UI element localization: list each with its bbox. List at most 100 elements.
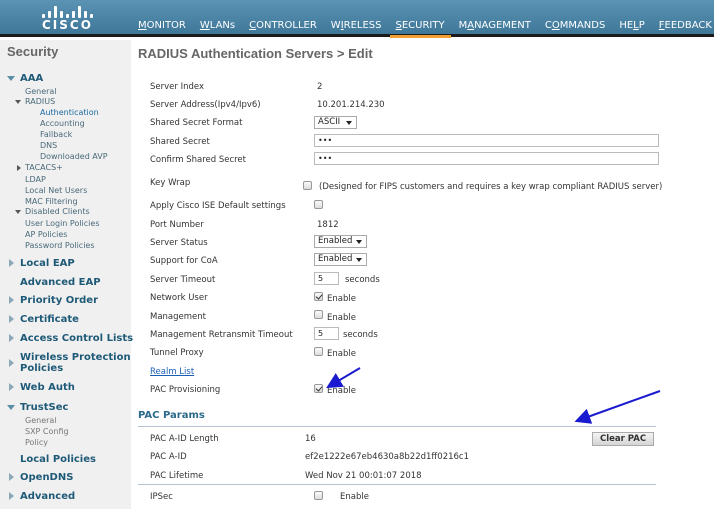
sidebar-item-access-control-lists[interactable]: Access Control Lists [9,333,133,344]
sidebar-item-trustsec-general[interactable]: General [25,416,57,425]
mgmt-retransmit-input[interactable]: 5 [314,327,339,340]
confirm-secret-label: Confirm Shared Secret [150,155,246,165]
port-number-label: Port Number [150,220,204,230]
ipsec-checkbox[interactable] [314,491,323,500]
sidebar-item-certificate[interactable]: Certificate [9,314,79,325]
ipsec-label: IPSec [150,492,173,502]
nav-wlans[interactable]: WLANs [200,19,235,37]
key-wrap-note: (Designed for FIPS customers and require… [319,182,663,192]
sidebar-item-password-policies[interactable]: Password Policies [25,241,95,250]
sidebar-item-wireless-protection-policies[interactable]: Wireless Protection Policies [9,352,131,374]
server-status-select[interactable]: Enabled [314,235,367,248]
sidebar-item-dns[interactable]: DNS [40,141,57,150]
pac-provisioning-label: PAC Provisioning [150,385,221,395]
port-number-value: 1812 [317,220,339,230]
sidebar-item-general[interactable]: General [25,87,57,96]
confirm-secret-input[interactable]: ••• [314,152,659,165]
sidebar-item-downloaded-avp[interactable]: Downloaded AVP [40,152,108,161]
sidebar-item-priority-order[interactable]: Priority Order [9,295,98,306]
nav-management[interactable]: MANAGEMENT [459,19,531,37]
pac-lifetime-label: PAC Lifetime [150,471,204,481]
pac-params-title: PAC Params [138,410,205,421]
collapsed-icon [9,259,14,267]
network-user-checkbox[interactable] [314,292,323,301]
pac-lifetime-value: Wed Nov 21 00:01:07 2018 [305,471,422,481]
top-header: CISCO MONITOR WLANs CONTROLLER WIRELESS … [0,0,714,38]
server-timeout-input[interactable]: 5 [314,272,339,285]
sidebar-item-advanced[interactable]: Advanced [9,491,75,502]
sidebar-item-advanced-eap[interactable]: Advanced EAP [20,277,101,288]
sidebar-item-mac-filtering[interactable]: MAC Filtering [25,197,78,206]
secret-format-label: Shared Secret Format [150,118,243,128]
nav-commands[interactable]: COMMANDS [545,19,605,37]
collapsed-icon [9,492,14,500]
management-enable-text: Enable [327,313,356,323]
ise-defaults-checkbox[interactable] [314,200,323,209]
server-status-label: Server Status [150,238,208,248]
collapsed-icon [9,473,14,481]
sidebar-item-authentication[interactable]: Authentication [40,108,99,117]
sidebar-item-local-policies[interactable]: Local Policies [20,454,96,465]
sidebar-item-local-net-users[interactable]: Local Net Users [25,186,87,195]
main-nav: MONITOR WLANs CONTROLLER WIRELESS SECURI… [138,19,714,38]
sidebar-item-user-login-policies[interactable]: User Login Policies [25,219,100,228]
shared-secret-input[interactable]: ••• [314,134,659,147]
pac-provisioning-enable-text: Enable [327,386,356,396]
server-address-label: Server Address(Ipv4/Ipv6) [150,100,261,110]
pac-provisioning-checkbox[interactable] [314,384,323,393]
sidebar-item-aaa[interactable]: AAA [7,73,43,84]
nav-monitor[interactable]: MONITOR [138,19,186,37]
nav-help[interactable]: HELP [619,19,644,37]
server-timeout-unit: seconds [345,275,380,285]
dropdown-arrow-icon [356,258,362,262]
pac-aid-label: PAC A-ID [150,452,187,462]
realm-list-link[interactable]: Realm List [150,367,194,377]
nav-wireless[interactable]: WIRELESS [331,19,382,37]
clear-pac-button[interactable]: Clear PAC [592,432,655,446]
collapsed-icon [9,315,14,323]
sidebar-item-web-auth[interactable]: Web Auth [9,382,75,393]
sidebar-item-opendns[interactable]: OpenDNS [9,472,73,483]
pac-aid-length-value: 16 [305,434,316,444]
tunnel-proxy-checkbox[interactable] [314,347,323,356]
sidebar-item-ldap[interactable]: LDAP [25,175,46,184]
server-index-label: Server Index [150,82,204,92]
cisco-logo-bars-icon [40,6,93,18]
nav-security[interactable]: SECURITY [389,19,451,38]
expanded-icon [15,209,21,214]
sidebar-item-accounting[interactable]: Accounting [40,119,85,128]
sidebar-item-policy[interactable]: Policy [25,438,48,447]
nav-controller[interactable]: CONTROLLER [249,19,317,37]
tunnel-proxy-enable-text: Enable [327,349,356,359]
sidebar-item-fallback[interactable]: Fallback [40,130,72,139]
tunnel-proxy-label: Tunnel Proxy [150,348,204,358]
sidebar: Security AAA General RADIUS Authenticati… [0,40,133,509]
nav-feedback[interactable]: FEEDBACK [659,19,712,37]
key-wrap-checkbox[interactable] [303,181,312,190]
expanded-icon [15,99,21,104]
sidebar-item-ap-policies[interactable]: AP Policies [25,230,67,239]
collapsed-icon [9,334,14,342]
sidebar-item-disabled-clients[interactable]: Disabled Clients [15,207,90,216]
collapsed-icon [9,359,14,367]
secret-format-select[interactable]: ASCII [314,116,357,129]
management-label: Management [150,312,206,322]
mgmt-retransmit-label: Management Retransmit Timeout [150,330,293,340]
ipsec-enable-text: Enable [340,492,369,502]
sidebar-item-sxp-config[interactable]: SXP Config [25,427,69,436]
management-checkbox[interactable] [314,310,323,319]
page-title: RADIUS Authentication Servers > Edit [138,46,373,61]
sidebar-item-local-eap[interactable]: Local EAP [9,258,75,269]
key-wrap-label: Key Wrap [150,178,191,188]
sidebar-item-trustsec[interactable]: TrustSec [7,402,68,413]
sidebar-item-tacacs[interactable]: TACACS+ [17,163,63,172]
main-content: RADIUS Authentication Servers > Edit Ser… [131,40,714,509]
sidebar-title: Security [7,44,59,59]
server-index-value: 2 [317,82,323,92]
coa-select[interactable]: Enabled [314,253,367,266]
expanded-icon [7,75,15,81]
cisco-logo-text: CISCO [42,18,93,32]
sidebar-item-radius[interactable]: RADIUS [15,97,55,106]
collapsed-icon [17,164,21,171]
collapsed-icon [9,383,14,391]
